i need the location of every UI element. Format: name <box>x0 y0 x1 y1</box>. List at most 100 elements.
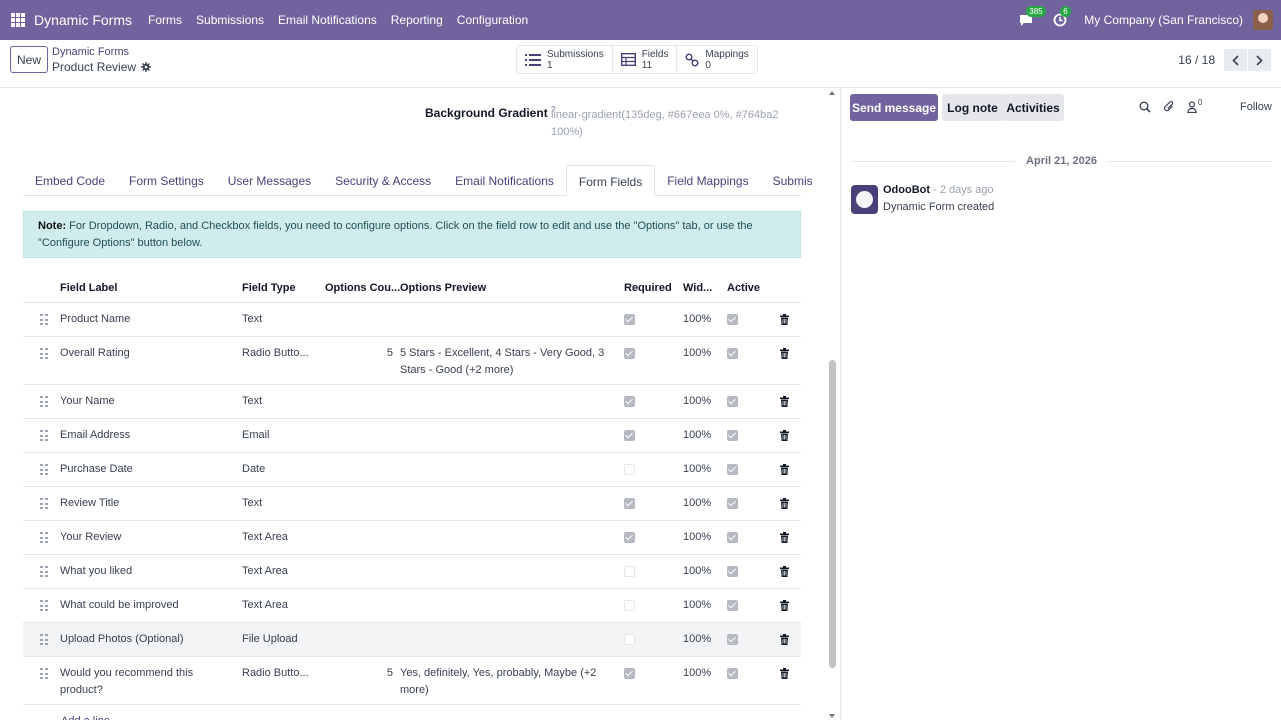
required-checkbox[interactable] <box>624 464 635 475</box>
active-checkbox[interactable] <box>727 430 738 441</box>
table-row[interactable]: Overall Rating Radio Butto... 5 5 Stars - E… <box>23 337 801 385</box>
required-checkbox[interactable] <box>624 396 635 407</box>
paperclip-icon[interactable] <box>1163 100 1175 113</box>
nav-email-notifications[interactable]: Email Notifications <box>278 13 377 27</box>
tab-submissions[interactable]: Submissions <box>761 165 812 196</box>
fields-smart-button[interactable]: Fields 11 <box>613 46 678 73</box>
table-row[interactable]: Review Title Text 100% <box>23 487 801 521</box>
apps-menu-icon[interactable] <box>11 13 25 27</box>
drag-handle-icon[interactable] <box>40 396 48 408</box>
new-button[interactable]: New <box>10 46 48 73</box>
user-avatar[interactable] <box>1253 10 1273 30</box>
col-options-count[interactable]: Options Cou... <box>325 280 400 297</box>
table-row[interactable]: What could be improved Text Area 100% <box>23 589 801 623</box>
active-checkbox[interactable] <box>727 396 738 407</box>
drag-handle-icon[interactable] <box>40 566 48 578</box>
tab-user-messages[interactable]: User Messages <box>216 165 323 196</box>
table-row[interactable]: Your Name Text 100% <box>23 385 801 419</box>
background-gradient-field[interactable]: linear-gradient(135deg, #667eea 0%, #764… <box>551 107 791 141</box>
pager-value[interactable]: 16 / 18 <box>1178 53 1215 67</box>
follow-button[interactable]: Follow <box>1240 101 1272 113</box>
table-row[interactable]: Would you recommend this product? Radio B… <box>23 657 801 705</box>
trash-icon[interactable] <box>780 348 789 359</box>
trash-icon[interactable] <box>780 396 789 407</box>
messages-button[interactable]: 385 <box>1016 6 1046 30</box>
table-row[interactable]: Product Name Text 100% <box>23 303 801 337</box>
table-row[interactable]: What you liked Text Area 100% <box>23 555 801 589</box>
active-checkbox[interactable] <box>727 566 738 577</box>
pager-next-button[interactable] <box>1248 49 1271 71</box>
scroll-up-arrow-icon[interactable] <box>829 91 835 95</box>
active-checkbox[interactable] <box>727 498 738 509</box>
table-row[interactable]: Purchase Date Date 100% <box>23 453 801 487</box>
nav-configuration[interactable]: Configuration <box>457 13 528 27</box>
active-checkbox[interactable] <box>727 464 738 475</box>
active-checkbox[interactable] <box>727 668 738 679</box>
tab-form-settings[interactable]: Form Settings <box>117 165 216 196</box>
drag-handle-icon[interactable] <box>40 668 48 680</box>
company-switcher[interactable]: My Company (San Francisco) <box>1084 13 1243 27</box>
submissions-smart-button[interactable]: Submissions 1 <box>517 46 613 73</box>
drag-handle-icon[interactable] <box>40 464 48 476</box>
author-name[interactable]: OdooBot <box>883 184 930 196</box>
col-width[interactable]: Wid... <box>683 280 712 297</box>
pager-previous-button[interactable] <box>1224 49 1247 71</box>
required-checkbox[interactable] <box>624 600 635 611</box>
tab-security-access[interactable]: Security & Access <box>323 165 443 196</box>
col-active[interactable]: Active <box>727 280 760 297</box>
trash-icon[interactable] <box>780 498 789 509</box>
required-checkbox[interactable] <box>624 566 635 577</box>
nav-submissions[interactable]: Submissions <box>196 13 264 27</box>
app-brand[interactable]: Dynamic Forms <box>34 12 132 28</box>
activities-button[interactable]: Activities <box>1002 94 1064 121</box>
required-checkbox[interactable] <box>624 314 635 325</box>
active-checkbox[interactable] <box>727 348 738 359</box>
drag-handle-icon[interactable] <box>40 314 48 326</box>
active-checkbox[interactable] <box>727 600 738 611</box>
col-field-label[interactable]: Field Label <box>60 280 117 297</box>
mappings-smart-button[interactable]: Mappings 0 <box>677 46 756 73</box>
trash-icon[interactable] <box>780 464 789 475</box>
required-checkbox[interactable] <box>624 532 635 543</box>
active-checkbox[interactable] <box>727 532 738 543</box>
trash-icon[interactable] <box>780 532 789 543</box>
tab-field-mappings[interactable]: Field Mappings <box>655 165 760 196</box>
required-checkbox[interactable] <box>624 348 635 359</box>
table-row[interactable]: Your Review Text Area 100% <box>23 521 801 555</box>
table-row[interactable]: Email Address Email 100% <box>23 419 801 453</box>
tab-embed-code[interactable]: Embed Code <box>23 165 117 196</box>
table-row[interactable]: Upload Photos (Optional) File Upload 100% <box>23 623 801 657</box>
activities-button[interactable]: 6 <box>1050 6 1071 30</box>
trash-icon[interactable] <box>780 314 789 325</box>
trash-icon[interactable] <box>780 668 789 679</box>
gear-icon[interactable] <box>141 62 152 72</box>
drag-handle-icon[interactable] <box>40 498 48 510</box>
active-checkbox[interactable] <box>727 314 738 325</box>
drag-handle-icon[interactable] <box>40 600 48 612</box>
breadcrumb-parent[interactable]: Dynamic Forms <box>52 46 129 58</box>
form-scrollbar-thumb[interactable] <box>829 360 836 668</box>
required-checkbox[interactable] <box>624 430 635 441</box>
tab-form-fields[interactable]: Form Fields <box>565 165 656 196</box>
trash-icon[interactable] <box>780 566 789 577</box>
log-note-button[interactable]: Log note <box>942 94 1003 121</box>
trash-icon[interactable] <box>780 430 789 441</box>
search-icon[interactable] <box>1139 101 1151 113</box>
active-checkbox[interactable] <box>727 634 738 645</box>
send-message-button[interactable]: Send message <box>850 94 938 121</box>
drag-handle-icon[interactable] <box>40 532 48 544</box>
col-options-preview[interactable]: Options Preview <box>400 280 486 297</box>
nav-forms[interactable]: Forms <box>148 13 182 27</box>
nav-reporting[interactable]: Reporting <box>391 13 443 27</box>
drag-handle-icon[interactable] <box>40 634 48 646</box>
required-checkbox[interactable] <box>624 668 635 679</box>
odoobot-avatar[interactable] <box>851 185 878 214</box>
trash-icon[interactable] <box>780 600 789 611</box>
col-required[interactable]: Required <box>624 280 672 297</box>
required-checkbox[interactable] <box>624 498 635 509</box>
col-field-type[interactable]: Field Type <box>242 280 296 297</box>
tab-email-notifications[interactable]: Email Notifications <box>443 165 566 196</box>
scroll-down-arrow-icon[interactable] <box>829 714 835 718</box>
drag-handle-icon[interactable] <box>40 430 48 442</box>
followers-button[interactable]: 0 <box>1187 98 1202 113</box>
